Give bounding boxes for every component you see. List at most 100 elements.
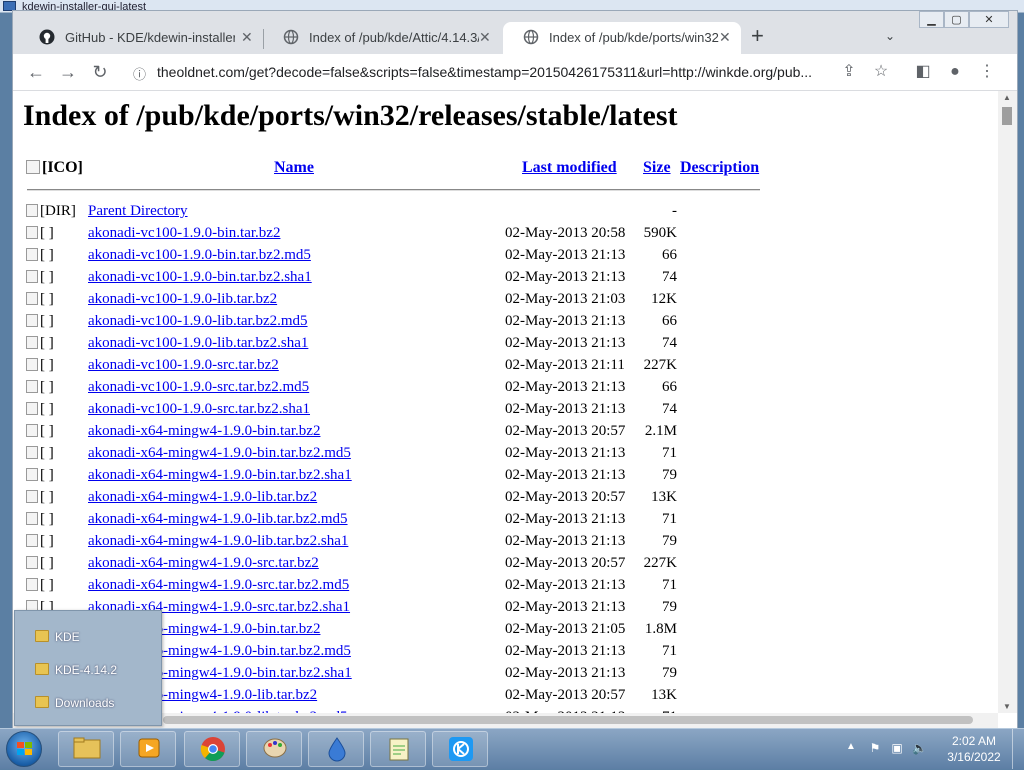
last-modified: 02-May-2013 21:13 [505, 577, 626, 593]
directory-icon: [DIR] [26, 203, 76, 220]
table-row: [ ] akonadi-vc100-1.9.0-bin.tar.bz2.md5 02… [13, 247, 773, 269]
scroll-up-icon[interactable]: ▲ [1003, 93, 1011, 102]
file-icon: [ ] [26, 269, 54, 286]
header-divider [27, 189, 760, 191]
media-player-icon [135, 736, 163, 764]
tab-label: Index of /pub/kde/Attic/4.14.3/src [309, 30, 479, 45]
forward-button[interactable]: → [56, 60, 80, 84]
jump-list-popup: KDE KDE-4.14.2 Downloads [14, 610, 162, 726]
show-desktop-button[interactable] [1012, 729, 1024, 769]
close-tab-icon[interactable]: ✕ [241, 29, 253, 46]
taskbar-kde-app-button[interactable] [308, 731, 364, 767]
sort-by-name-link[interactable]: Name [274, 159, 314, 176]
page-title: Index of /pub/kde/ports/win32/releases/s… [23, 99, 678, 132]
file-link[interactable]: akonadi-vc100-1.9.0-lib.tar.bz2.md5 [88, 313, 308, 330]
address-bar[interactable]: ⓘ theoldnet.com/get?decode=false&scripts… [125, 58, 895, 86]
file-link[interactable]: akonadi-vc100-1.9.0-src.tar.bz2 [88, 357, 279, 374]
file-size: 74 [662, 335, 677, 351]
taskbar-editor-button[interactable] [370, 731, 426, 767]
file-link[interactable]: akonadi-vc100-1.9.0-bin.tar.bz2 [88, 225, 280, 242]
file-link[interactable]: akonadi-x64-mingw4-1.9.0-src.tar.bz2.md5 [88, 577, 349, 594]
table-row: [ ] akonadi-x64-mingw4-1.9.0-bin.tar.bz2 0… [13, 423, 773, 445]
file-icon: [ ] [26, 577, 54, 594]
file-icon: [ ] [26, 423, 54, 440]
taskbar-kde-button[interactable] [432, 731, 488, 767]
url-text[interactable]: theoldnet.com/get?decode=false&scripts=f… [157, 64, 832, 80]
file-link[interactable]: akonadi-x64-mingw4-1.9.0-lib.tar.bz2.md5 [88, 511, 348, 528]
last-modified: 02-May-2013 21:13 [505, 445, 626, 461]
close-tab-icon[interactable]: ✕ [479, 29, 491, 46]
taskbar: ▲ ⚑ ▣ 🔈 2:02 AM 3/16/2022 [0, 728, 1024, 769]
side-panel-icon[interactable]: ◧ [911, 60, 935, 84]
file-size: 13K [651, 489, 677, 505]
github-icon [39, 29, 55, 45]
file-link[interactable]: akonadi-vc100-1.9.0-src.tar.bz2.md5 [88, 379, 309, 396]
chrome-icon [199, 736, 227, 764]
maximize-button[interactable]: ▢ [944, 11, 969, 28]
file-link[interactable]: akonadi-x64-mingw4-1.9.0-lib.tar.bz2.sha… [88, 533, 348, 550]
sort-by-description-link[interactable]: Description [680, 159, 759, 176]
file-link[interactable]: akonadi-vc100-1.9.0-bin.tar.bz2.md5 [88, 247, 311, 264]
tab-strip: ▁ ▢ ✕ GitHub - KDE/kdewin-installer at ✕… [13, 11, 1017, 54]
table-row: [ ] akonadi-vc100-1.9.0-src.tar.bz2 02-May… [13, 357, 773, 379]
parent-directory-link[interactable]: Parent Directory [88, 203, 188, 220]
clock-date[interactable]: 3/16/2022 [944, 750, 1004, 764]
jump-item-kde[interactable]: KDE [15, 625, 161, 651]
show-hidden-icons-icon[interactable]: ▲ [846, 741, 856, 752]
action-center-flag-icon[interactable]: ⚑ [868, 741, 882, 755]
file-link[interactable]: akonadi-vc100-1.9.0-lib.tar.bz2.sha1 [88, 335, 308, 352]
clock-time[interactable]: 2:02 AM [944, 734, 1004, 748]
volume-icon[interactable]: 🔈 [912, 741, 927, 755]
network-icon[interactable]: ▣ [890, 741, 904, 755]
taskbar-explorer-button[interactable] [58, 731, 114, 767]
back-button[interactable]: ← [24, 60, 48, 84]
scroll-down-icon[interactable]: ▼ [1003, 702, 1011, 711]
jump-item-label: KDE [55, 630, 80, 644]
tab-attic[interactable]: Index of /pub/kde/Attic/4.14.3/src ✕ [263, 22, 499, 54]
parent-directory-row: [DIR] Parent Directory - [13, 203, 773, 225]
file-link[interactable]: akonadi-x64-mingw4-1.9.0-lib.tar.bz2 [88, 489, 317, 506]
file-link[interactable]: akonadi-vc100-1.9.0-lib.tar.bz2 [88, 291, 277, 308]
file-link[interactable]: akonadi-x64-mingw4-1.9.0-bin.tar.bz2.sha… [88, 467, 352, 484]
close-window-button[interactable]: ✕ [969, 11, 1009, 28]
start-button[interactable] [6, 731, 42, 767]
taskbar-media-player-button[interactable] [120, 731, 176, 767]
taskbar-chrome-button[interactable] [184, 731, 240, 767]
file-link[interactable]: akonadi-vc100-1.9.0-bin.tar.bz2.sha1 [88, 269, 312, 286]
file-link[interactable]: akonadi-x64-mingw4-1.9.0-bin.tar.bz2 [88, 423, 320, 440]
jump-item-downloads[interactable]: Downloads [15, 691, 161, 717]
file-link[interactable]: akonadi-vc100-1.9.0-src.tar.bz2.sha1 [88, 401, 310, 418]
globe-icon [283, 29, 299, 45]
sort-by-size-link[interactable]: Size [643, 159, 671, 176]
file-icon: [ ] [26, 313, 54, 330]
tab-search-chevron-icon[interactable]: ⌄ [885, 29, 895, 43]
file-link[interactable]: akonadi-x64-mingw4-1.9.0-src.tar.bz2 [88, 555, 319, 572]
file-icon: [ ] [26, 533, 54, 550]
windows-logo-icon [17, 742, 32, 755]
reload-button[interactable]: ↻ [88, 60, 112, 84]
tab-github[interactable]: GitHub - KDE/kdewin-installer at ✕ [19, 22, 259, 54]
horizontal-scroll-thumb[interactable] [163, 716, 973, 724]
menu-kebab-icon[interactable]: ⋮ [975, 60, 999, 84]
tab-latest-active[interactable]: Index of /pub/kde/ports/win32/re ✕ [503, 22, 741, 54]
info-icon[interactable]: ⓘ [133, 64, 146, 83]
scroll-thumb[interactable] [1002, 107, 1012, 125]
jump-item-kde-4-14-2[interactable]: KDE-4.14.2 [15, 658, 161, 684]
file-link[interactable]: akonadi-x64-mingw4-1.9.0-bin.tar.bz2.md5 [88, 445, 351, 462]
close-tab-icon[interactable]: ✕ [719, 29, 731, 46]
share-icon[interactable]: ⇪ [837, 60, 861, 84]
profile-avatar-icon[interactable]: ● [943, 60, 967, 84]
new-tab-button[interactable]: + [751, 25, 764, 47]
folder-icon [35, 663, 49, 675]
last-modified: 02-May-2013 20:57 [505, 489, 626, 505]
file-size: 71 [662, 445, 677, 461]
globe-icon [523, 29, 539, 45]
file-icon: [ ] [26, 445, 54, 462]
vertical-scrollbar[interactable]: ▲ ▼ [998, 91, 1017, 713]
minimize-button[interactable]: ▁ [919, 11, 944, 28]
file-size: 79 [662, 599, 677, 615]
file-size: 66 [662, 247, 677, 263]
bookmark-star-icon[interactable]: ☆ [869, 60, 893, 84]
sort-by-last-modified-link[interactable]: Last modified [522, 159, 617, 176]
taskbar-paint-button[interactable] [246, 731, 302, 767]
